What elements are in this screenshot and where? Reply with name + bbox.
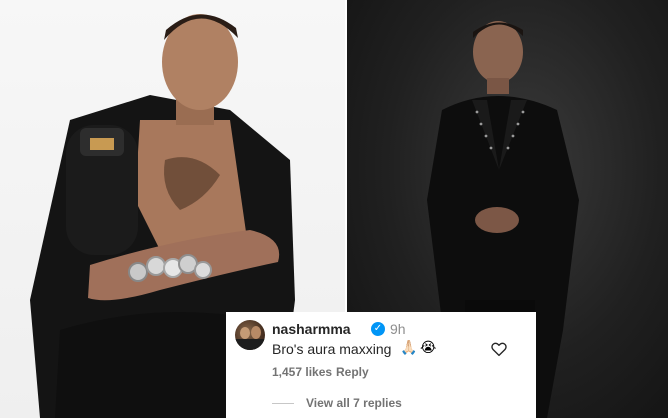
avatar[interactable] [235,320,265,350]
crying-face-emoji: 😭 [420,340,437,356]
reply-button[interactable]: Reply [336,365,369,379]
comment-card: nasharmma ✓ 9h Bro's aura maxxing 🙏🏻 😭 1… [226,312,536,418]
view-replies-button[interactable]: View all 7 replies [306,396,402,410]
likes-count[interactable]: 1,457 likes [272,365,332,379]
comment-text: Bro's aura maxxing [272,341,392,357]
verified-badge-icon: ✓ [371,322,385,336]
comment-username[interactable]: nasharmma [272,321,351,337]
comment-timestamp: 9h [390,321,406,337]
folded-hands-emoji: 🙏🏻 [400,340,418,356]
replies-divider [272,403,294,404]
heart-outline-icon[interactable] [490,340,508,358]
